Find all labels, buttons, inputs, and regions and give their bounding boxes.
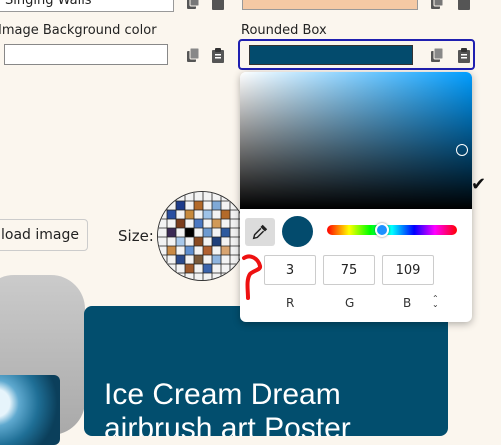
red-annotation-mark xyxy=(242,254,263,300)
green-input[interactable]: 75 xyxy=(323,255,375,285)
blue-input[interactable]: 109 xyxy=(382,255,434,285)
poster-preview: Ice Cream Dream airbrush art Poster xyxy=(84,306,448,436)
eyedropper-icon xyxy=(252,224,268,240)
saturation-cursor[interactable] xyxy=(456,144,468,156)
upload-image-button[interactable]: load image xyxy=(0,219,88,251)
copy-icon[interactable] xyxy=(430,0,444,10)
image-background-input[interactable] xyxy=(4,44,168,65)
rounded-box-label: Rounded Box xyxy=(241,23,327,38)
copy-icon[interactable] xyxy=(186,0,200,10)
eyedropper-button[interactable] xyxy=(245,218,275,246)
upload-image-label: load image xyxy=(1,227,79,243)
paste-icon[interactable] xyxy=(211,47,225,63)
hue-slider[interactable] xyxy=(327,225,457,235)
current-color-preview xyxy=(282,216,313,247)
mode-toggle-icon[interactable]: ⌃⌄ xyxy=(432,295,439,309)
preview-card xyxy=(0,275,85,445)
top-text-field[interactable]: Singing Walls xyxy=(0,0,174,12)
top-text-field-value: Singing Walls xyxy=(5,0,92,8)
copy-icon[interactable] xyxy=(186,47,200,63)
preview-card-image xyxy=(0,375,60,445)
pixel-grid-svg xyxy=(158,192,246,280)
green-label: G xyxy=(345,296,355,310)
size-label: Size: xyxy=(118,227,154,245)
paste-icon[interactable] xyxy=(457,47,471,63)
rounded-box-color-swatch[interactable] xyxy=(249,45,413,65)
image-background-label: Image Background color xyxy=(0,23,157,38)
paste-icon[interactable] xyxy=(211,0,225,10)
pixel-grid-preview[interactable] xyxy=(157,191,247,281)
poster-title-line1: Ice Cream Dream xyxy=(104,378,341,411)
top-color-swatch[interactable] xyxy=(242,0,418,10)
blue-label: B xyxy=(403,296,412,310)
checkmark-icon: ✔ xyxy=(471,174,487,195)
hue-slider-thumb[interactable] xyxy=(375,223,389,237)
paste-icon[interactable] xyxy=(457,0,471,10)
saturation-value-area[interactable] xyxy=(240,72,472,209)
copy-icon[interactable] xyxy=(430,47,444,63)
red-label: R xyxy=(286,296,295,310)
poster-title-line2: airbrush art Poster xyxy=(104,412,351,436)
